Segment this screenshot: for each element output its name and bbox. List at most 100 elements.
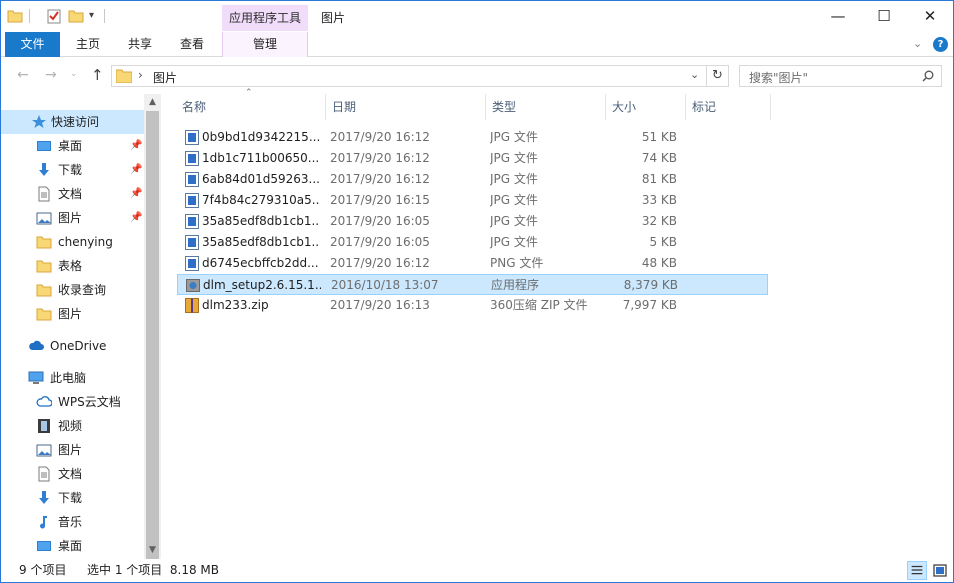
- address-history-chevron-icon[interactable]: ⌄: [690, 68, 699, 81]
- tab-manage[interactable]: 管理: [222, 32, 308, 57]
- file-type: JPG 文件: [490, 214, 538, 228]
- nav-item-label: 表格: [58, 259, 83, 273]
- nav-item-desktop-pinned[interactable]: 桌面 📌: [1, 134, 144, 158]
- scroll-down-icon[interactable]: ▼: [144, 542, 161, 559]
- back-arrow-icon[interactable]: ←: [17, 67, 29, 83]
- download-icon: [39, 491, 49, 504]
- image-file-icon: [185, 193, 199, 208]
- nav-item-spreadsheets[interactable]: 表格: [1, 254, 144, 278]
- folder-icon: [36, 236, 52, 249]
- nav-item-index-query[interactable]: 收录查询: [1, 278, 144, 302]
- refresh-icon[interactable]: ↻: [707, 65, 729, 87]
- nav-item-downloads[interactable]: 下载: [1, 486, 144, 510]
- nav-item-label: 图片: [58, 443, 83, 457]
- search-input[interactable]: 搜索"图片": [739, 65, 942, 87]
- expand-ribbon-chevron-icon[interactable]: ⌄: [913, 37, 922, 50]
- nav-pane-scrollbar[interactable]: ▲ ▼: [144, 94, 161, 563]
- file-type: JPG 文件: [490, 130, 538, 144]
- status-bar: 9 个项目 选中 1 个项目 8.18 MB: [1, 559, 953, 582]
- tab-file[interactable]: 文件: [5, 32, 60, 57]
- nav-item-onedrive[interactable]: OneDrive: [1, 334, 144, 358]
- navigation-pane: 快速访问 桌面 📌 下载 📌 文档 📌 图片 📌 chenying 表格 收录查…: [1, 94, 161, 559]
- help-icon[interactable]: ?: [933, 37, 948, 52]
- up-arrow-icon[interactable]: ↑: [91, 66, 104, 84]
- nav-item-label: 文档: [58, 187, 83, 201]
- file-size: 8,379 KB: [623, 278, 678, 292]
- nav-item-wps-cloud[interactable]: WPS云文档: [1, 390, 144, 414]
- new-folder-icon[interactable]: [68, 8, 84, 24]
- nav-item-music[interactable]: 音乐: [1, 510, 144, 534]
- nav-item-chenying[interactable]: chenying: [1, 230, 144, 254]
- image-file-icon: [185, 256, 199, 271]
- tab-view[interactable]: 查看: [171, 32, 213, 57]
- file-date: 2017/9/20 16:15: [330, 193, 430, 207]
- explorer-window: ▾ 应用程序工具 图片 — ☐ ✕ 文件 主页 共享 查看 管理 ⌄ ? ← →…: [0, 0, 954, 583]
- breadcrumb-separator-icon: ›: [138, 68, 143, 82]
- recent-locations-chevron-icon[interactable]: ⌄: [70, 69, 78, 79]
- column-header-tags[interactable]: 标记: [685, 94, 770, 120]
- large-icons-view-icon[interactable]: [930, 561, 950, 580]
- file-row[interactable]: 1db1c711b00650... 2017/9/20 16:12 JPG 文件…: [177, 148, 768, 169]
- nav-item-pictures-pinned[interactable]: 图片 📌: [1, 206, 144, 230]
- scroll-up-icon[interactable]: ▲: [144, 94, 161, 111]
- column-divider[interactable]: [770, 94, 771, 120]
- folder-icon: [36, 284, 52, 297]
- pin-icon: 📌: [130, 164, 143, 175]
- nav-item-pictures-folder[interactable]: 图片: [1, 302, 144, 326]
- nav-item-documents[interactable]: 文档: [1, 462, 144, 486]
- column-header-date[interactable]: 日期: [325, 94, 485, 120]
- customize-toolbar-chevron-icon[interactable]: ▾: [89, 10, 94, 21]
- file-row[interactable]: 6ab84d01d59263... 2017/9/20 16:12 JPG 文件…: [177, 169, 768, 190]
- nav-item-quick-access[interactable]: 快速访问: [1, 110, 144, 134]
- image-file-icon: [185, 172, 199, 187]
- file-date: 2017/9/20 16:12: [330, 172, 430, 186]
- toolbar-separator: [29, 9, 30, 23]
- nav-item-label: WPS云文档: [58, 395, 121, 409]
- tab-home[interactable]: 主页: [67, 32, 109, 57]
- file-row[interactable]: dlm233.zip 2017/9/20 16:13 360压缩 ZIP 文件 …: [177, 295, 768, 316]
- folder-icon: [36, 308, 52, 321]
- nav-item-label: 文档: [58, 467, 83, 481]
- desktop-icon: [37, 541, 51, 551]
- wps-cloud-icon: [36, 396, 52, 407]
- document-icon: [38, 466, 50, 482]
- nav-item-this-pc[interactable]: 此电脑: [1, 366, 144, 390]
- nav-item-pictures[interactable]: 图片: [1, 438, 144, 462]
- file-row[interactable]: 35a85edf8db1cb1... 2017/9/20 16:05 JPG 文…: [177, 232, 768, 253]
- details-view-icon[interactable]: [907, 561, 927, 580]
- file-type: 360压缩 ZIP 文件: [490, 298, 588, 312]
- pictures-icon: [36, 212, 52, 225]
- file-row[interactable]: d6745ecbffcb2dd... 2017/9/20 16:12 PNG 文…: [177, 253, 768, 274]
- nav-item-videos[interactable]: 视频: [1, 414, 144, 438]
- address-bar[interactable]: › 图片 ⌄: [111, 65, 707, 87]
- scrollbar-thumb[interactable]: [146, 111, 159, 563]
- properties-icon[interactable]: [46, 8, 62, 24]
- column-header-type[interactable]: 类型: [485, 94, 605, 120]
- search-icon[interactable]: [922, 70, 934, 82]
- forward-arrow-icon[interactable]: →: [45, 67, 57, 83]
- file-row[interactable]: 0b9bd1d9342215... 2017/9/20 16:12 JPG 文件…: [177, 127, 768, 148]
- column-header-size[interactable]: 大小: [605, 94, 685, 120]
- column-header-name[interactable]: 名称: [175, 94, 325, 120]
- nav-item-label: 图片: [58, 307, 83, 321]
- nav-item-desktop[interactable]: 桌面: [1, 534, 144, 558]
- file-type: JPG 文件: [490, 172, 538, 186]
- image-file-icon: [185, 235, 199, 250]
- file-date: 2017/9/20 16:13: [330, 298, 430, 312]
- file-type: JPG 文件: [490, 235, 538, 249]
- file-row-selected[interactable]: dlm_setup2.6.15.1... 2016/10/18 13:07 应用…: [177, 274, 768, 295]
- minimize-button[interactable]: —: [815, 1, 861, 32]
- file-row[interactable]: 7f4b84c279310a5... 2017/9/20 16:15 JPG 文…: [177, 190, 768, 211]
- nav-item-documents-pinned[interactable]: 文档 📌: [1, 182, 144, 206]
- nav-item-downloads-pinned[interactable]: 下载 📌: [1, 158, 144, 182]
- selection-info: 选中 1 个项目 8.18 MB: [87, 563, 220, 577]
- tab-share[interactable]: 共享: [119, 32, 161, 57]
- file-size: 5 KB: [649, 235, 677, 249]
- nav-item-label: 桌面: [58, 139, 83, 153]
- breadcrumb-current[interactable]: 图片: [153, 69, 177, 86]
- computer-icon: [28, 371, 44, 384]
- file-row[interactable]: 35a85edf8db1cb1... 2017/9/20 16:05 JPG 文…: [177, 211, 768, 232]
- maximize-button[interactable]: ☐: [861, 1, 907, 32]
- pin-icon: 📌: [130, 140, 143, 151]
- close-button[interactable]: ✕: [907, 1, 953, 32]
